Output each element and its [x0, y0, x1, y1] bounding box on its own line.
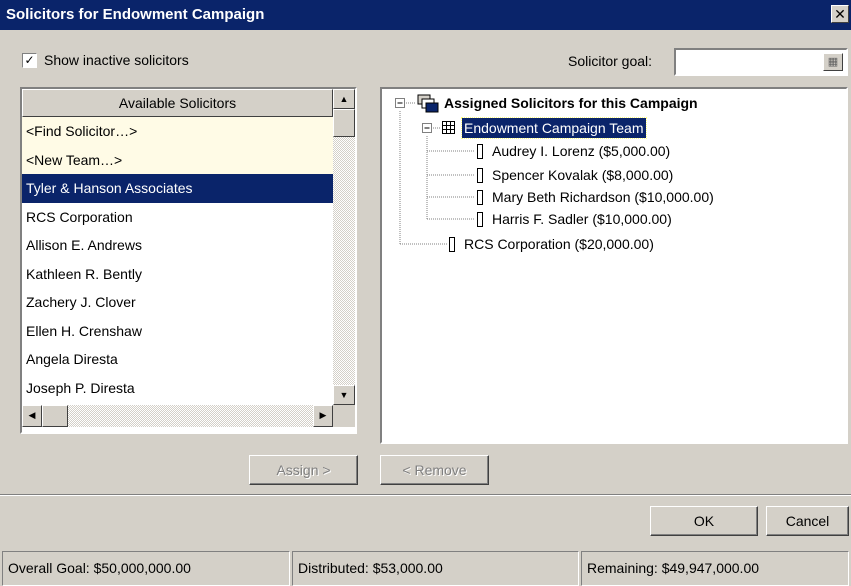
separator: [0, 494, 851, 496]
collapse-team-icon: [422, 123, 432, 133]
vertical-scroll-thumb[interactable]: [333, 109, 355, 137]
calculator-button[interactable]: ▦: [823, 53, 843, 71]
available-solicitors-list[interactable]: Available Solicitors <Find Solicitor…> <N…: [20, 87, 357, 434]
status-distributed: Distributed: $53,000.00: [292, 551, 579, 586]
arrow-left-icon: ◀: [28, 410, 36, 420]
tree-member-node[interactable]: Spencer Kovalak ($8,000.00): [492, 165, 673, 185]
collapse-root-icon: [395, 98, 405, 108]
assigned-solicitors-tree[interactable]: Assigned Solicitors for this Campaign En…: [380, 87, 848, 444]
list-item[interactable]: Angela Diresta: [22, 345, 333, 374]
arrow-down-icon: ▼: [339, 390, 349, 400]
arrow-up-icon: ▲: [339, 94, 349, 104]
ok-button[interactable]: OK: [650, 506, 758, 536]
scrollbar-corner: [333, 405, 355, 427]
horizontal-scroll-thumb[interactable]: [42, 405, 68, 427]
available-solicitors-items: <Find Solicitor…> <New Team…> Tyler & Hans…: [22, 117, 333, 431]
horizontal-scrollbar[interactable]: ◀ ▶: [22, 405, 333, 427]
tree-root-node[interactable]: Assigned Solicitors for this Campaign: [444, 93, 698, 113]
team-grid-icon: [442, 121, 455, 134]
list-item[interactable]: Ellen H. Crenshaw: [22, 317, 333, 346]
calculator-icon: ▦: [827, 56, 839, 68]
close-icon: ✕: [834, 6, 846, 22]
list-item[interactable]: RCS Corporation: [22, 203, 333, 232]
available-solicitors-header[interactable]: Available Solicitors: [22, 89, 333, 117]
solicitor-icon: [477, 212, 483, 227]
tree-team-node[interactable]: Endowment Campaign Team: [461, 117, 647, 139]
scroll-down-button[interactable]: ▼: [333, 385, 355, 405]
solicitor-icon: [477, 190, 483, 205]
show-inactive-checkbox[interactable]: ✓: [22, 53, 37, 68]
tree-member-node[interactable]: RCS Corporation ($20,000.00): [464, 234, 654, 254]
assign-button[interactable]: Assign >: [249, 455, 358, 485]
close-button[interactable]: ✕: [831, 5, 849, 23]
tree-member-node[interactable]: Harris F. Sadler ($10,000.00): [492, 209, 672, 229]
list-item[interactable]: Joseph P. Diresta: [22, 374, 333, 403]
scroll-left-button[interactable]: ◀: [22, 405, 42, 427]
solicitor-icon: [477, 168, 483, 183]
solicitor-icon: [477, 144, 483, 159]
list-item[interactable]: <Find Solicitor…>: [22, 117, 333, 146]
title-bar: Solicitors for Endowment Campaign ✕: [0, 0, 851, 30]
solicitor-icon: [449, 237, 455, 252]
solicitor-goal-field[interactable]: ▦: [674, 48, 848, 76]
status-overall-goal: Overall Goal: $50,000,000.00: [2, 551, 290, 586]
remove-button[interactable]: < Remove: [380, 455, 489, 485]
list-item[interactable]: <New Team…>: [22, 145, 333, 174]
list-item[interactable]: Allison E. Andrews: [22, 231, 333, 260]
vertical-scrollbar[interactable]: ▲ ▼: [333, 89, 355, 405]
show-inactive-label: Show inactive solicitors: [44, 52, 189, 68]
status-remaining: Remaining: $49,947,000.00: [581, 551, 849, 586]
list-item[interactable]: Tyler & Hanson Associates: [22, 174, 333, 203]
scroll-up-button[interactable]: ▲: [333, 89, 355, 109]
cancel-button[interactable]: Cancel: [766, 506, 849, 536]
arrow-right-icon: ▶: [319, 410, 327, 420]
list-item[interactable]: Zachery J. Clover: [22, 288, 333, 317]
solicitor-goal-label: Solicitor goal:: [568, 53, 653, 69]
list-item[interactable]: Kathleen R. Bently: [22, 260, 333, 289]
window-title: Solicitors for Endowment Campaign: [6, 6, 265, 23]
assigned-folder-icon: [417, 94, 439, 113]
scroll-right-button[interactable]: ▶: [313, 405, 333, 427]
tree-member-node[interactable]: Audrey I. Lorenz ($5,000.00): [492, 141, 670, 161]
tree-member-node[interactable]: Mary Beth Richardson ($10,000.00): [492, 187, 714, 207]
